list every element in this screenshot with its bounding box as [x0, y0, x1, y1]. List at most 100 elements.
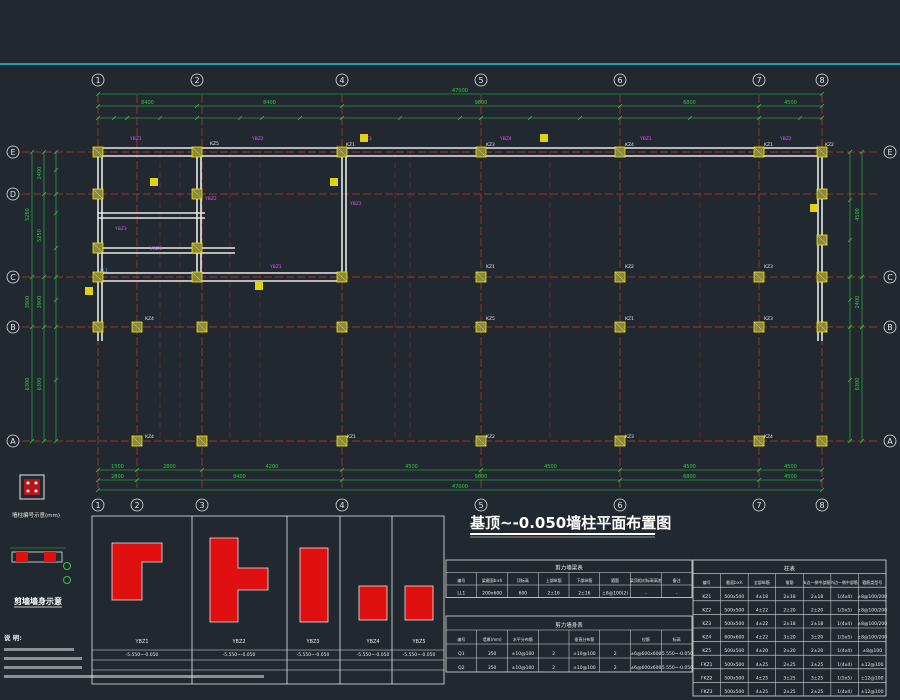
dim-label: 6300 [37, 378, 43, 391]
link-beam-label: LL1 [100, 268, 108, 274]
column-table-cell: 2±18 [811, 621, 823, 627]
column-table-cell: 3±25 [783, 675, 795, 681]
axis-bubble-right-label: E [887, 148, 892, 157]
legend-caption-2: 剪墙墙身示意 [14, 596, 62, 606]
axis-bubble-bottom-label: 2 [134, 501, 139, 510]
section-elevation: -5.550~-0.050 [126, 652, 159, 658]
column-label: KZ4 [145, 434, 154, 440]
axis-bubble-top-label: 7 [756, 76, 761, 85]
column-label: KZ1 [486, 264, 495, 270]
wall-label: YBZ4 [499, 136, 512, 142]
wall-body-table-title: 剪力墙身表 [555, 621, 583, 629]
wall-body-table-cell: 350 [488, 665, 497, 671]
column-table-cell: 4±25 [756, 689, 768, 695]
column-table-cell: 500x500 [724, 689, 744, 695]
column-table-cell: 600x600 [724, 635, 744, 641]
column-table-cell: 3±20 [783, 635, 795, 641]
label-marker [330, 178, 338, 186]
column-table-cell: FKZ3 [701, 689, 713, 695]
section-elevation: -5.550~-0.050 [357, 652, 390, 658]
column-table-cell: FKZ1 [701, 662, 713, 668]
axis-bubble-top-label: 6 [617, 76, 622, 85]
column-table-cell: FKZ2 [701, 675, 713, 681]
wall-body-table-cell: -5.550~-0.050 [660, 651, 693, 657]
column-label: KZ1 [346, 142, 355, 148]
wall-label: YBZ2 [349, 201, 362, 207]
wall-label: YBZ2 [204, 196, 217, 202]
axis-lines [22, 95, 878, 490]
beam-table-header: 备注 [673, 577, 681, 583]
axis-bubble-left-label: E [10, 148, 15, 157]
dim-label: 2800 [111, 474, 124, 480]
shear-walls [97, 147, 823, 341]
dim-label: 2400 [855, 296, 861, 309]
column-label: KZ2 [825, 142, 834, 148]
beam-table-cell: ±8@100(2) [602, 591, 628, 597]
wall-label: YBZ1 [269, 264, 282, 270]
column-table-cell: 2±25 [811, 662, 823, 668]
column-table-cell: ±8@100/200 [857, 621, 887, 627]
wall-legend: 剪墙墙身示意 [10, 547, 71, 608]
column-table-cell: KZ5 [702, 648, 711, 654]
column-table-cell: ±12@100 [861, 689, 884, 695]
label-marker [255, 282, 263, 290]
column-table-cell: 500x500 [724, 662, 744, 668]
column-label: KZ2 [625, 264, 634, 270]
column-table-header: 角筋 [786, 579, 794, 585]
section-label: YBZ4 [365, 639, 379, 645]
dim-label: 9800 [475, 474, 488, 480]
label-marker [360, 134, 368, 142]
wall-body-table-cell: 350 [488, 651, 497, 657]
column-table-cell: 4±25 [756, 675, 768, 681]
column-table-cell: 2±18 [783, 621, 795, 627]
column-table-cell: ±8@100 [862, 648, 882, 654]
wall-body-table-cell: ±10@100 [573, 651, 596, 657]
dim-label: 4500 [683, 464, 696, 470]
column-label: KZ3 [764, 264, 773, 270]
column-label: KZ2 [486, 434, 495, 440]
axis-bubble-left-label: D [10, 190, 16, 199]
column-section-details: YBZ1 -5.550~-0.050 YBZ2 -5.550~-0.050 YBZ3 -5… [91, 515, 445, 685]
column-table-cell: 1(4x4) [837, 621, 852, 627]
dim-label: 6800 [683, 474, 696, 480]
wall-body-table-cell: 2 [614, 665, 617, 671]
dim-label: 4500 [784, 100, 797, 106]
wall-label: YBZ1 [639, 136, 652, 142]
column-table-cell: KZ2 [702, 607, 711, 613]
column-label: KZ3 [625, 434, 634, 440]
dim-label: 5250 [37, 229, 43, 242]
section-label: YBZ3 [305, 639, 319, 645]
beam-table-header: 顶标高 [517, 577, 529, 583]
column-table-cell: 2±20 [783, 607, 795, 613]
cad-drawing-canvas: 470008400 8400 9800 6800 45001500 2800 4200 450… [0, 63, 900, 697]
dim-label: 5250 [25, 208, 31, 221]
column-table-cell: ±12@100 [861, 662, 884, 668]
column-table-cell: 2±20 [811, 648, 823, 654]
axis-bubble-top-label: 8 [819, 76, 824, 85]
column-table-cell: 500x500 [724, 607, 744, 613]
column-legend: 墙柱编号示意(mm) [12, 474, 60, 519]
column-table-cell: 3±25 [811, 675, 823, 681]
wall-body-table-cell: -5.550~-0.050 [660, 665, 693, 671]
column-table-title: 柱表 [784, 565, 796, 573]
column-table-cell: 500x500 [724, 594, 744, 600]
beam-table-cell: 600 [519, 591, 528, 597]
column-label: KZ1 [764, 142, 773, 148]
wall-body-table-cell: ±10@100 [573, 665, 596, 671]
column-table-cell: KZ3 [702, 621, 711, 627]
axis-bubble-bottom-label: 7 [756, 501, 761, 510]
wall-body-table-header: 拉筋 [642, 636, 650, 642]
column-table-cell: 4±22 [756, 621, 768, 627]
dim-label: 6800 [683, 100, 696, 106]
wall-body-table-cell: ±6@600x600 [630, 651, 661, 657]
column-table-cell: 2±18 [811, 594, 823, 600]
beam-table-header: 梁截面b×h [482, 577, 503, 583]
dim-label: 8400 [263, 100, 276, 106]
axis-bubble-top-label: 4 [339, 76, 344, 85]
label-marker [540, 134, 548, 142]
dim-label: 2800 [163, 464, 176, 470]
axis-bubble-left-label: C [10, 273, 16, 282]
label-marker [150, 178, 158, 186]
axis-bubble-top-label: 1 [95, 76, 100, 85]
column-table-cell: 1(4x4) [837, 648, 852, 654]
